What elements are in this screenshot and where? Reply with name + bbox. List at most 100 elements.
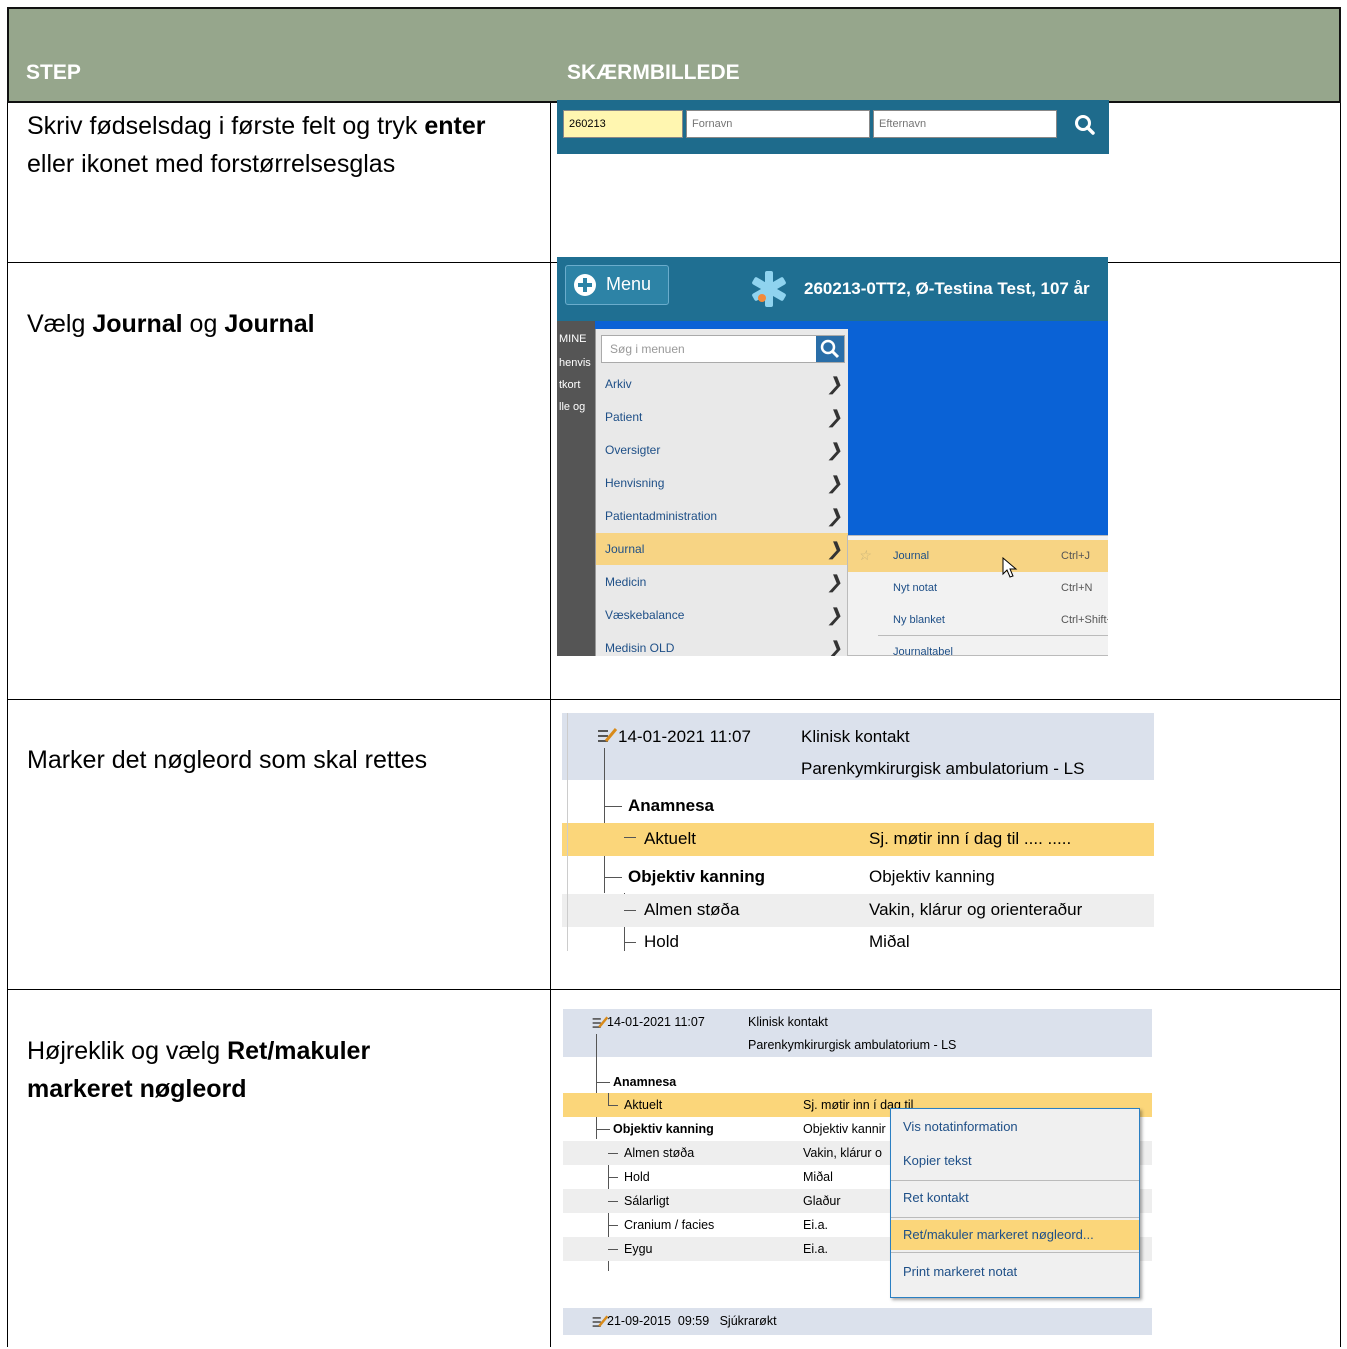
left-strip: MINE henvis tkort lle og [557,321,595,656]
table-header: STEP SKÆRMBILLEDE [7,7,1341,103]
menu-item-vaeskebalance[interactable]: Væskebalance ❯ [596,599,848,631]
menu-item-arkiv[interactable]: Arkiv ❯ [596,368,848,400]
menu-search-input[interactable]: Søg i menuen [601,335,845,363]
row-value: Ei.a. [803,1242,829,1256]
row-divider [7,989,1341,990]
row-label: Anamnesa [613,1075,677,1089]
row-value: Sj. møtir inn í dag til .... ..... [869,829,1072,848]
context-item-label: Ret/makuler markeret nøgleord... [903,1227,1094,1242]
menu-item-label: Arkiv [605,377,632,391]
table-row[interactable]: Objektiv kanning Objektiv kanning [562,861,1154,894]
context-item-label: Ret kontakt [903,1190,969,1205]
menu-item-label: Henvisning [605,476,665,490]
menu-item-oversigter[interactable]: Oversigter ❯ [596,434,848,466]
tree-line [596,1082,610,1083]
row-value: Vakin, klárur o [803,1146,882,1160]
step-1-pre: Skriv fødselsdag i første felt og tryk [27,112,425,140]
chevron-right-icon: ❯ [826,407,842,427]
search-bar-screenshot [557,100,1109,154]
column-divider [550,103,551,1347]
search-icon[interactable] [816,336,844,362]
tree-line [596,1129,610,1130]
search-icon[interactable] [1067,107,1103,143]
left-strip-item[interactable]: MINE [559,333,587,345]
table-row-selected[interactable]: Aktuelt Sj. møtir inn í dag til .... ...… [562,823,1154,856]
submenu-item-journaltabel[interactable]: Journaltabel [848,636,1108,656]
row-divider [7,699,1341,700]
row-label: Aktuelt [624,1098,663,1112]
menu-button-label: Menu [606,274,652,294]
left-strip-item[interactable]: tkort [559,379,580,391]
menu-item-medicin[interactable]: Medicin ❯ [596,566,848,598]
left-strip-item[interactable]: lle og [559,401,585,413]
submenu-item-label: Journal [893,550,930,562]
context-item-ret-makuler-noegleord[interactable]: Ret/makuler markeret nøgleord... [891,1220,1139,1250]
context-item-print-markeret-notat[interactable]: Print markeret notat [891,1257,1139,1287]
table-row[interactable]: Anamnesa [562,790,1154,823]
context-item-label: Kopier tekst [903,1153,972,1168]
row-label: Eygu [624,1242,653,1256]
menu-item-henvisning[interactable]: Henvisning ❯ [596,467,848,499]
row-value: Objektiv kanning [869,867,995,886]
tree-line [608,1201,618,1202]
step-4-t1: Højreklik og vælg [27,1037,228,1065]
main-menu: Søg i menuen Arkiv ❯ Patient ❯ Oversigter ❯… [595,329,848,656]
step-2-b2: Journal [224,310,315,338]
step-3-text: Marker det nøgleord som skal rettes [27,746,428,774]
next-note-header[interactable]: 21-09-2015 09:59 Sjúkrarøkt [563,1308,1152,1335]
tree-line [608,1177,618,1178]
tree-line [624,837,636,838]
menu-item-patientadministration[interactable]: Patientadministration ❯ [596,500,848,532]
first-name-field[interactable] [686,110,870,138]
row-label: Hold [644,932,679,951]
header-step: STEP [26,61,81,84]
note-department: Parenkymkirurgisk ambulatorium - LS [801,759,1085,778]
row-value: Ei.a. [803,1218,829,1232]
table-row[interactable]: Anamnesa [563,1070,1152,1094]
row-value: Glaður [803,1194,841,1208]
context-separator [891,1217,1139,1218]
chevron-right-icon: ❯ [826,572,842,592]
menu-search-placeholder: Søg i menuen [610,342,685,356]
star-icon[interactable]: ☆ [858,547,871,564]
header-screenshot: SKÆRMBILLEDE [567,61,740,84]
menu-item-label: Oversigter [605,443,661,457]
chevron-right-icon: ❯ [826,638,842,656]
chevron-right-icon: ❯ [826,605,842,625]
context-item-label: Vis notatinformation [903,1119,1018,1134]
row-value: Objektiv kannir [803,1122,886,1136]
step-1-text: Skriv fødselsdag i første felt og tryk e… [27,107,527,183]
row-label: Cranium / facies [624,1218,715,1232]
row-label: Hold [624,1170,650,1184]
submenu-item-ny-blanket[interactable]: Ny blanket Ctrl+Shift+F [848,604,1108,636]
menu-item-medisin-old[interactable]: Medisin OLD ❯ [596,632,848,656]
context-item-vis-notatinformation[interactable]: Vis notatinformation [891,1112,1139,1142]
note-contact-type: Klinisk kontakt [801,727,910,746]
submenu-item-journal[interactable]: ☆ Journal Ctrl+J [848,540,1108,578]
last-name-field[interactable] [873,110,1057,138]
left-strip-item[interactable]: henvis [559,357,591,369]
submenu-item-nyt-notat[interactable]: Nyt notat Ctrl+N [848,572,1108,604]
row-label: Almen støða [624,1146,695,1160]
table-row[interactable]: Hold Miðal [562,926,1154,951]
submenu-shortcut: Ctrl+J [1061,550,1091,562]
table-border-left [7,103,8,1347]
note-edit-icon [598,728,618,742]
context-menu: Vis notatinformation Kopier tekst Ret ko… [890,1108,1140,1298]
birthdate-field[interactable] [563,110,683,138]
app-topbar: Menu 260213-0TT2, Ø-Testina Test, 107 år [557,257,1108,321]
context-item-ret-kontakt[interactable]: Ret kontakt [891,1183,1139,1213]
next-note-title: 21-09-2015 09:59 Sjúkrarøkt [607,1314,777,1328]
context-item-kopier-tekst[interactable]: Kopier tekst [891,1146,1139,1176]
context-separator [891,1252,1139,1253]
menu-item-journal[interactable]: Journal ❯ [596,533,848,565]
tree-line [624,910,636,911]
menu-screenshot: Menu 260213-0TT2, Ø-Testina Test, 107 år… [557,257,1108,656]
menu-item-label: Journal [605,542,645,556]
note-header: 14-01-2021 11:07 Klinisk kontakt Parenky… [562,713,1154,780]
table-border-right [1340,103,1341,1347]
table-row[interactable]: Almen støða Vakin, klárur og orienteraðu… [562,894,1154,927]
menu-button[interactable]: Menu [565,265,669,305]
plus-icon [574,274,596,296]
menu-item-patient[interactable]: Patient ❯ [596,401,848,433]
